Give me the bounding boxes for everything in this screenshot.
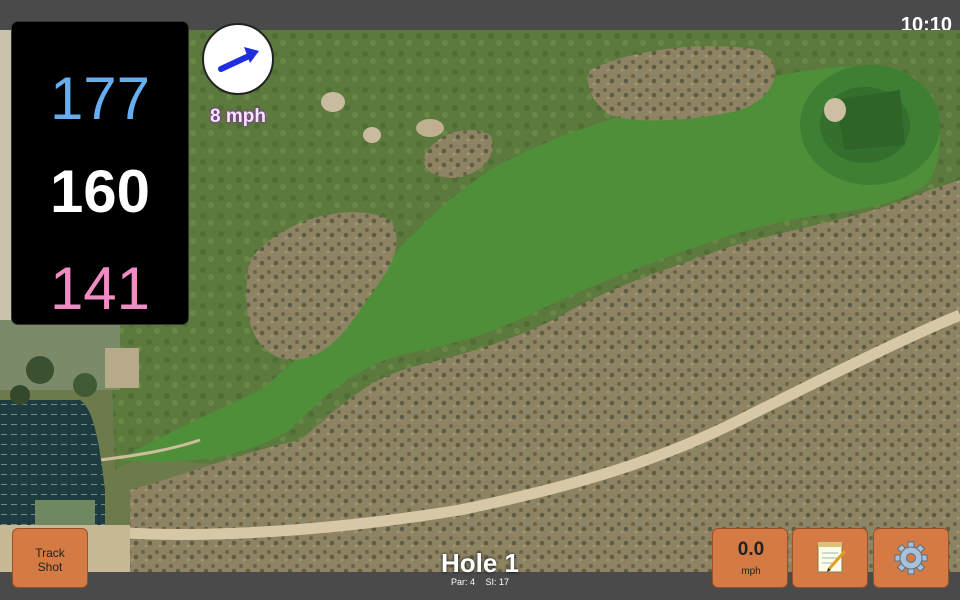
speed-value: 0.0 bbox=[737, 539, 765, 560]
gear-icon bbox=[894, 541, 928, 575]
distance-panel: 177 160 141 bbox=[12, 22, 188, 324]
notes-button[interactable] bbox=[792, 528, 868, 588]
settings-button[interactable] bbox=[873, 528, 949, 588]
front-distance: 141 bbox=[49, 255, 151, 322]
hole-title: Hole 1 bbox=[440, 548, 520, 578]
wind-speed-label: 8 mph bbox=[210, 106, 266, 127]
center-distance: 160 bbox=[49, 158, 151, 225]
hole-stroke-index: SI: 17 bbox=[485, 577, 510, 587]
track-shot-label: Track Shot bbox=[35, 546, 65, 574]
track-shot-button[interactable]: Track Shot bbox=[12, 528, 88, 588]
wind-indicator bbox=[202, 23, 274, 95]
wind-arrow-icon bbox=[218, 47, 259, 72]
hole-info: Par: 4 SI: 17 bbox=[380, 577, 580, 587]
back-distance: 177 bbox=[49, 65, 151, 132]
hole-par: Par: 4 bbox=[450, 577, 475, 587]
speed-unit: mph bbox=[741, 566, 761, 577]
notepad-icon bbox=[817, 542, 847, 573]
speed-button[interactable]: 0.0 mph bbox=[712, 528, 788, 588]
